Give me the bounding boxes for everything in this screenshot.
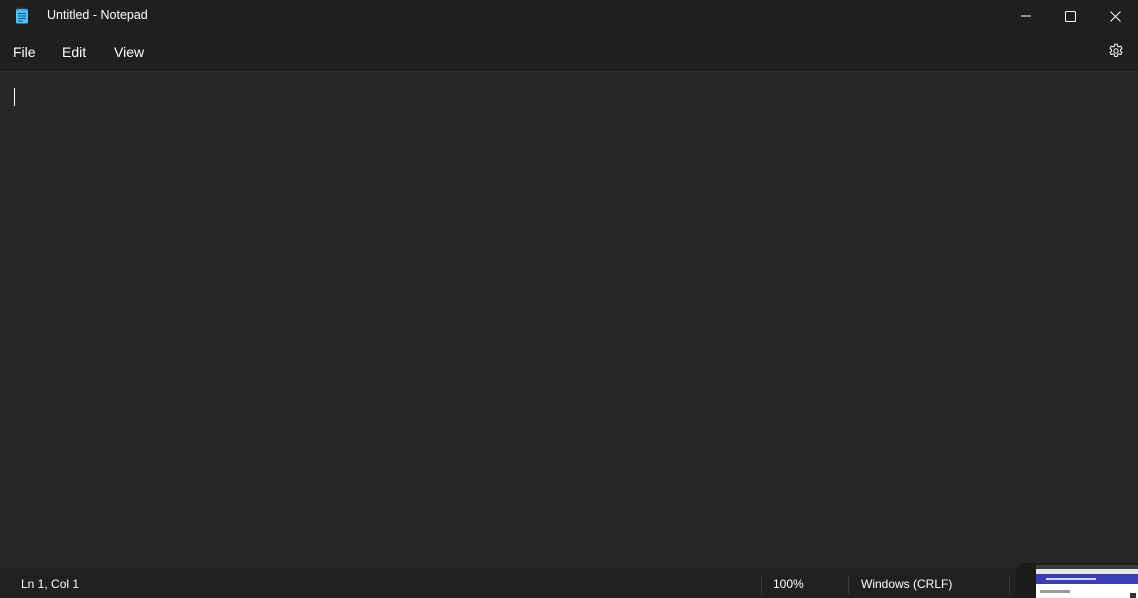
status-divider [1009,576,1010,594]
menu-edit[interactable]: Edit [62,32,86,72]
window-thumbnail-preview[interactable] [1016,563,1138,598]
thumbnail-image [1036,565,1138,598]
close-button[interactable] [1092,0,1138,32]
cursor-position: Ln 1, Col 1 [21,577,80,591]
line-ending[interactable]: Windows (CRLF) [861,568,952,598]
minimize-icon [1021,11,1031,21]
notepad-icon [15,7,29,24]
zoom-level[interactable]: 100% [773,568,804,598]
title-bar[interactable]: Untitled - Notepad [0,0,1138,32]
menu-bar: File Edit View [0,32,1138,72]
thumbnail-header-text [1046,578,1096,580]
minimize-button[interactable] [1003,0,1049,32]
maximize-icon [1064,10,1076,22]
window-title: Untitled - Notepad [47,8,148,22]
notepad-window: Untitled - Notepad File Edit View Ln 1, … [0,0,1138,598]
maximize-button[interactable] [1047,0,1093,32]
menu-file[interactable]: File [13,32,36,72]
status-divider [848,576,849,594]
text-caret [14,88,15,106]
gear-icon [1108,43,1124,64]
status-divider [761,576,762,594]
text-editor[interactable] [0,72,1138,566]
settings-button[interactable] [1103,40,1129,66]
close-icon [1109,10,1121,22]
status-bar: Ln 1, Col 1 100% Windows (CRLF) [0,568,1138,598]
thumbnail-badge [1130,593,1136,598]
thumbnail-body-text [1040,590,1070,593]
menu-view[interactable]: View [114,32,144,72]
